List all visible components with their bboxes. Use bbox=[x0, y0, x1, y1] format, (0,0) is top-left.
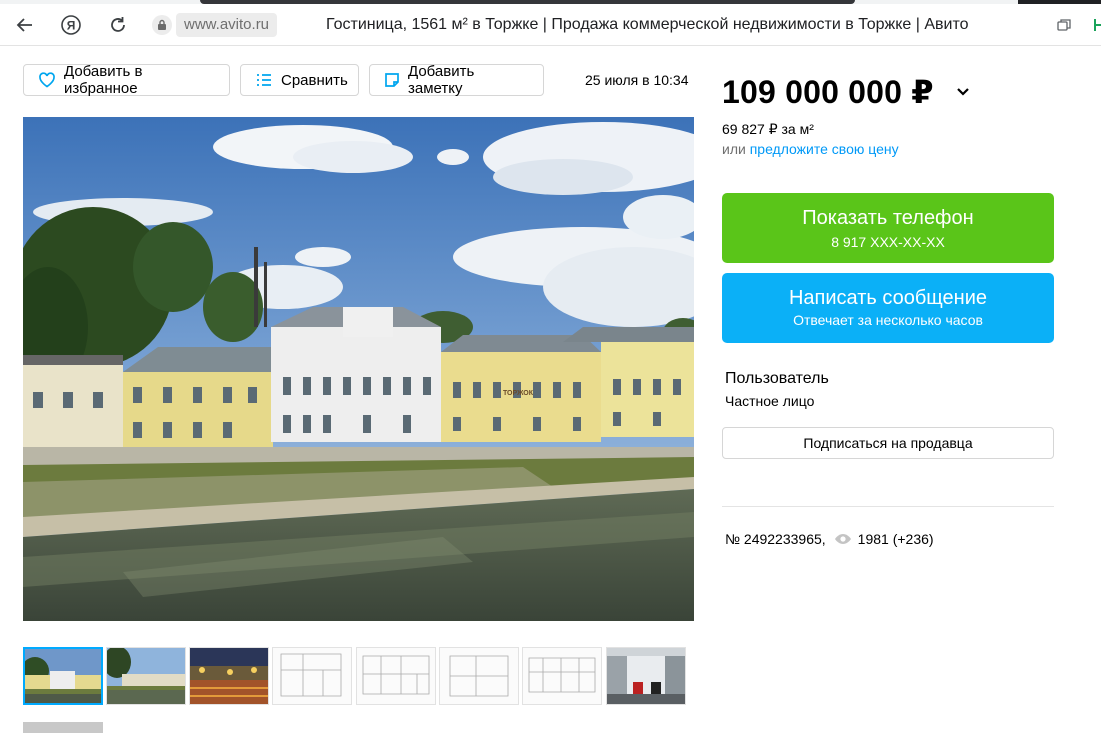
show-phone-label: Показать телефон bbox=[802, 207, 974, 229]
chevron-down-icon[interactable] bbox=[953, 82, 973, 102]
publish-date: 25 июля в 10:34 bbox=[585, 72, 689, 88]
eye-icon bbox=[834, 533, 852, 545]
show-phone-button[interactable]: Показать телефон 8 917 XXX-XX-XX bbox=[722, 193, 1054, 263]
browser-toolbar: Я www.avito.ru Гостиница, 1561 м² в Торж… bbox=[0, 4, 1101, 46]
subscribe-seller-button[interactable]: Подписаться на продавца bbox=[722, 427, 1054, 459]
thumbnail-8[interactable] bbox=[606, 647, 686, 705]
compare-label: Сравнить bbox=[281, 71, 348, 89]
reload-icon[interactable] bbox=[106, 13, 130, 37]
thumbnail-1[interactable] bbox=[23, 647, 103, 705]
thumbnail-2[interactable] bbox=[106, 647, 186, 705]
write-message-label: Написать сообщение bbox=[788, 287, 987, 309]
yandex-icon[interactable]: Я bbox=[59, 13, 83, 37]
note-icon bbox=[384, 72, 400, 88]
address-bar[interactable]: www.avito.ru bbox=[146, 11, 288, 39]
add-to-favorites-label: Добавить в избранное bbox=[64, 63, 143, 97]
offer-line: или предложите свою цену bbox=[722, 141, 899, 157]
heart-icon bbox=[38, 72, 56, 88]
add-note-label: Добавить заметку bbox=[408, 63, 475, 97]
url-text[interactable]: www.avito.ru bbox=[176, 13, 278, 37]
thumbnail-6[interactable] bbox=[439, 647, 519, 705]
seller-name[interactable]: Пользователь bbox=[725, 370, 829, 388]
offer-price-link[interactable]: предложите свою цену bbox=[750, 141, 899, 157]
back-arrow-icon[interactable] bbox=[13, 13, 37, 37]
view-count: 1981 (+236) bbox=[857, 531, 934, 547]
thumbnail-7[interactable] bbox=[522, 647, 602, 705]
hotel-sign-text: ТОРЖОК bbox=[503, 390, 534, 397]
extension-icon[interactable] bbox=[1093, 17, 1101, 33]
offer-prefix: или bbox=[722, 141, 746, 157]
price: 109 000 000 ₽ bbox=[722, 74, 934, 110]
add-to-favorites-button[interactable]: Добавить в избранное bbox=[23, 63, 230, 97]
divider bbox=[722, 506, 1054, 507]
compare-button[interactable]: Сравнить bbox=[240, 64, 359, 96]
svg-text:Я: Я bbox=[67, 19, 76, 33]
listing-meta: № 2492233965, 1981 (+236) bbox=[725, 531, 934, 547]
reply-time: Отвечает за несколько часов bbox=[793, 312, 983, 328]
write-message-button[interactable]: Написать сообщение Отвечает за несколько… bbox=[722, 273, 1054, 343]
phone-masked: 8 917 XXX-XX-XX bbox=[831, 234, 945, 250]
page-title: Гостиница, 1561 м² в Торжке | Продажа ко… bbox=[326, 16, 969, 33]
price-per-meter: 69 827 ₽ за м² bbox=[722, 121, 814, 137]
seller-type: Частное лицо bbox=[725, 393, 815, 409]
thumbnail-4[interactable] bbox=[272, 647, 352, 705]
compare-icon bbox=[255, 72, 273, 88]
add-note-button[interactable]: Добавить заметку bbox=[369, 63, 544, 97]
thumbnail-5[interactable] bbox=[356, 647, 436, 705]
listing-id: № 2492233965, bbox=[725, 531, 826, 547]
tab-actions-icon[interactable] bbox=[1056, 17, 1072, 38]
thumbnail-3[interactable] bbox=[189, 647, 269, 705]
lock-icon[interactable] bbox=[152, 15, 172, 35]
thumbnail-9[interactable] bbox=[23, 722, 103, 733]
main-photo[interactable]: ТОРЖОК bbox=[23, 117, 694, 621]
